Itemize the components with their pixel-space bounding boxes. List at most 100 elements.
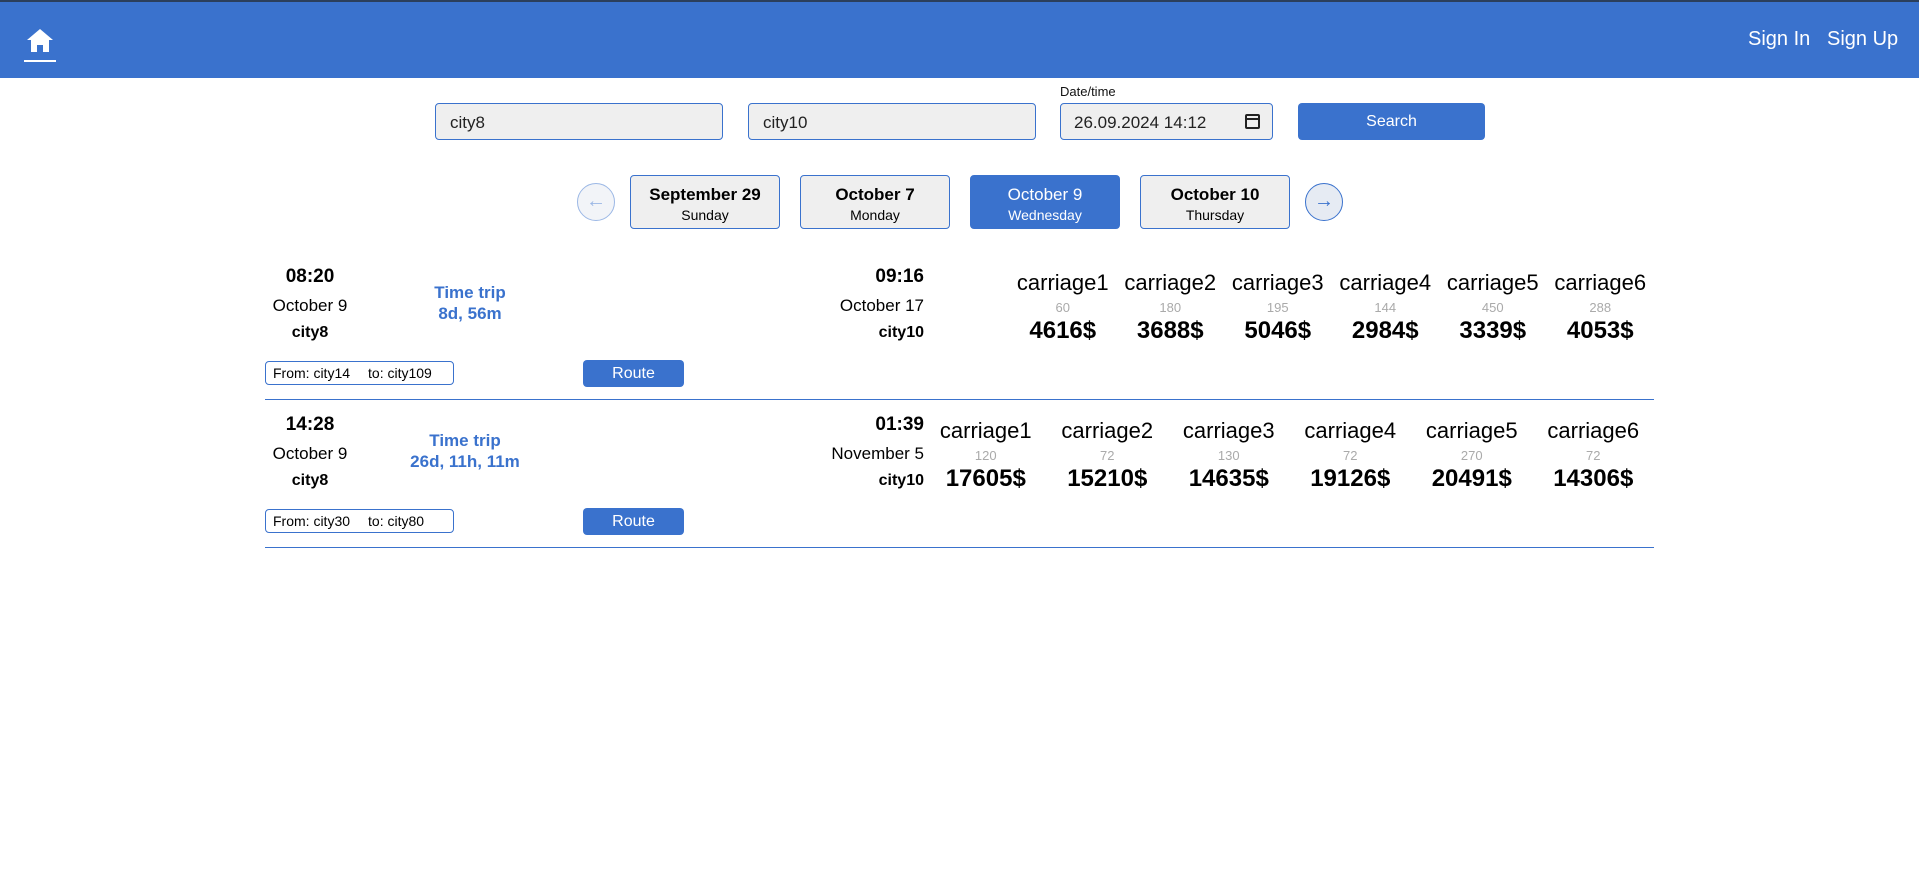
previous-dates-arrow-icon[interactable]: ← [577, 183, 615, 221]
carriage-name: carriage6 [1554, 270, 1647, 295]
trip-row: 14:28 October 9 city8 Time trip 26d, 11h… [265, 400, 1654, 548]
carriage-seats: 60 [1055, 300, 1070, 315]
carriage-item[interactable]: carriage5 450 3339$ [1439, 270, 1547, 345]
carriage-item[interactable]: carriage2 180 3688$ [1117, 270, 1225, 345]
carriage-price: 17605$ [945, 465, 1026, 492]
carriage-seats: 130 [1217, 448, 1240, 463]
sign-in-link[interactable]: Sign In [1748, 28, 1810, 51]
carriage-seats: 144 [1374, 300, 1397, 315]
route-endpoints-badge: From: city14 to: city109 [265, 361, 454, 385]
search-button[interactable]: Search [1298, 103, 1485, 140]
date-time-value: 26.09.2024 14:12 [1074, 113, 1207, 132]
sign-up-link[interactable]: Sign Up [1827, 28, 1898, 51]
carriage-item[interactable]: carriage6 288 4053$ [1547, 270, 1655, 345]
carriage-price: 14635$ [1188, 465, 1269, 492]
route-endpoints-badge: From: city30 to: city80 [265, 509, 454, 533]
calendar-icon[interactable] [1245, 114, 1260, 129]
date-time-input[interactable]: 26.09.2024 14:12 [1060, 103, 1273, 140]
date-tab-2-selected[interactable]: October 9 Wednesday [970, 175, 1120, 229]
top-bar: Sign In Sign Up [0, 0, 1919, 78]
carriage-item[interactable]: carriage3 195 5046$ [1224, 270, 1332, 345]
route-to: to: city109 [368, 365, 432, 381]
carriage-list: carriage1 60 4616$ carriage2 180 3688$ carri… [1009, 270, 1654, 345]
carriage-price: 4053$ [1566, 317, 1634, 344]
carriage-seats: 270 [1460, 448, 1483, 463]
carriage-name: carriage5 [1425, 418, 1518, 443]
carriage-price: 15210$ [1067, 465, 1148, 492]
carriage-seats: 120 [974, 448, 997, 463]
carriage-price: 3688$ [1136, 317, 1204, 344]
departure-time: 08:20 [285, 266, 335, 287]
date-tab-weekday: Sunday [681, 207, 729, 223]
carriage-price: 19126$ [1310, 465, 1391, 492]
carriage-price: 3339$ [1459, 317, 1527, 344]
arrival-date: October 17 [839, 296, 924, 315]
carriage-seats: 288 [1589, 300, 1612, 315]
date-tab-3[interactable]: October 10 Thursday [1140, 175, 1290, 229]
duration-value: 26d, 11h, 11m [410, 452, 520, 471]
date-tab-date: October 10 [1170, 185, 1260, 204]
carriage-seats: 450 [1481, 300, 1504, 315]
carriage-name: carriage3 [1231, 270, 1324, 295]
route-from: From: city14 [273, 365, 351, 381]
time-trip-label: Time trip [434, 283, 506, 302]
date-tab-date: October 7 [835, 185, 915, 204]
carriage-list: carriage1 120 17605$ carriage2 72 15210$ car… [925, 418, 1654, 493]
carriage-item[interactable]: carriage1 60 4616$ [1009, 270, 1117, 345]
date-tab-date: September 29 [649, 185, 761, 204]
carriage-seats: 72 [1100, 448, 1115, 463]
date-tab-1[interactable]: October 7 Monday [800, 175, 950, 229]
route-from: From: city30 [273, 513, 351, 529]
date-tab-weekday: Monday [850, 207, 900, 223]
carriage-name: carriage3 [1182, 418, 1275, 443]
date-tab-date: October 9 [1007, 185, 1083, 204]
from-city-input[interactable]: city8 [435, 103, 723, 140]
carriage-price: 14306$ [1553, 465, 1634, 492]
departure-city: city8 [291, 472, 329, 489]
trip-duration: Time trip 26d, 11h, 11m [380, 430, 550, 472]
carriage-price: 5046$ [1244, 317, 1312, 344]
next-dates-arrow-icon[interactable]: → [1305, 183, 1343, 221]
carriage-seats: 180 [1159, 300, 1182, 315]
carriage-item[interactable]: carriage1 120 17605$ [925, 418, 1047, 493]
departure-date: October 9 [272, 444, 348, 463]
carriage-item[interactable]: carriage4 144 2984$ [1332, 270, 1440, 345]
departure-city: city8 [291, 324, 329, 341]
arrival-city: city10 [878, 324, 924, 341]
carriage-name: carriage6 [1547, 418, 1640, 443]
carriage-price: 20491$ [1431, 465, 1512, 492]
arrival-time: 09:16 [875, 266, 924, 287]
carriage-seats: 72 [1586, 448, 1601, 463]
carriage-seats: 195 [1266, 300, 1289, 315]
carriage-name: carriage4 [1339, 270, 1432, 295]
route-button[interactable]: Route [583, 360, 684, 387]
carriage-name: carriage1 [1016, 270, 1109, 295]
date-tab-weekday: Wednesday [1008, 207, 1082, 223]
carriage-price: 4616$ [1029, 317, 1097, 344]
trip-row: 08:20 October 9 city8 Time trip 8d, 56m … [265, 252, 1654, 400]
departure-time: 14:28 [285, 414, 335, 435]
carriage-item[interactable]: carriage5 270 20491$ [1411, 418, 1533, 493]
date-tab-0[interactable]: September 29 Sunday [630, 175, 780, 229]
route-button[interactable]: Route [583, 508, 684, 535]
carriage-name: carriage2 [1124, 270, 1217, 295]
route-to: to: city80 [368, 513, 425, 529]
arrival-date: November 5 [831, 444, 924, 463]
duration-value: 8d, 56m [438, 304, 502, 323]
home-icon[interactable] [24, 26, 56, 62]
date-time-label: Date/time [1060, 84, 1116, 99]
date-tab-weekday: Thursday [1185, 207, 1245, 223]
trip-duration: Time trip 8d, 56m [385, 282, 555, 324]
carriage-seats: 72 [1343, 448, 1358, 463]
departure-date: October 9 [272, 296, 348, 315]
carriage-price: 2984$ [1351, 317, 1419, 344]
arrival-city: city10 [878, 472, 924, 489]
carriage-item[interactable]: carriage2 72 15210$ [1047, 418, 1169, 493]
arrival-time: 01:39 [875, 414, 924, 435]
carriage-name: carriage1 [939, 418, 1032, 443]
carriage-item[interactable]: carriage4 72 19126$ [1290, 418, 1412, 493]
carriage-item[interactable]: carriage6 72 14306$ [1533, 418, 1655, 493]
to-city-input[interactable]: city10 [748, 103, 1036, 140]
carriage-item[interactable]: carriage3 130 14635$ [1168, 418, 1290, 493]
carriage-name: carriage5 [1446, 270, 1539, 295]
